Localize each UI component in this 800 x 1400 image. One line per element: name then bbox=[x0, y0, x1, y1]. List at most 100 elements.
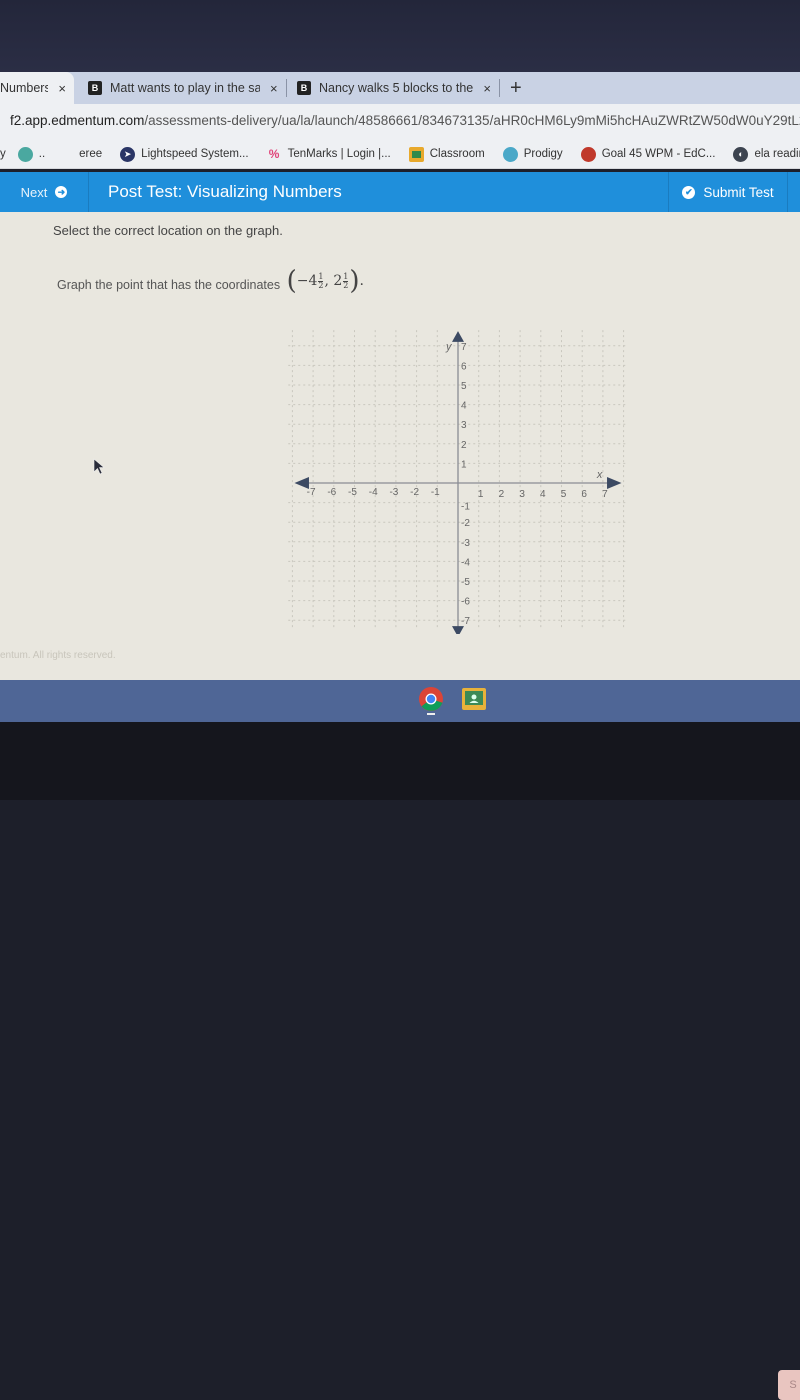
globe-icon: ◐ bbox=[733, 146, 749, 162]
arrow-right-circle-icon: ➜ bbox=[55, 186, 68, 198]
y-tick-label: -1 bbox=[461, 502, 470, 513]
y-tick-label: -5 bbox=[461, 577, 470, 588]
close-tab-icon[interactable]: × bbox=[270, 81, 278, 96]
y-denominator: 2 bbox=[343, 280, 349, 290]
tab-numbers[interactable]: Numbers × bbox=[0, 72, 74, 104]
bookmark-prodigy-avatar[interactable]: .. bbox=[17, 146, 46, 162]
y-tick-label: -3 bbox=[461, 538, 470, 549]
y-tick-label: 2 bbox=[461, 440, 467, 451]
address-bar[interactable]: f2.app.edmentum.com/assessments-delivery… bbox=[0, 104, 800, 140]
y-tick-label: 6 bbox=[461, 361, 467, 372]
x-tick-label: 1 bbox=[478, 489, 484, 500]
x-denominator: 2 bbox=[318, 280, 324, 290]
bookmark-label: Goal 45 WPM - EdC... bbox=[601, 148, 716, 160]
bookmark-prodigy[interactable]: Prodigy bbox=[502, 146, 563, 162]
google-classroom-icon[interactable] bbox=[462, 688, 486, 710]
browser-tab-strip: Numbers × B Matt wants to play in the sa… bbox=[0, 72, 800, 104]
bookmark-edclub[interactable]: Goal 45 WPM - EdC... bbox=[580, 146, 716, 162]
instruction-text: Select the correct location on the graph… bbox=[53, 223, 283, 238]
shelf-peek-button[interactable]: S bbox=[778, 1370, 800, 1400]
y-tick-label: -7 bbox=[461, 616, 470, 627]
x-tick-label: -5 bbox=[348, 487, 357, 498]
bookmarks-bar: y .. eree ➤ Lightspeed System... % TenMa… bbox=[0, 140, 800, 169]
x-axis-right-arrow-icon bbox=[607, 477, 622, 489]
x-tick-label: 4 bbox=[540, 489, 546, 500]
x-tick-label: 2 bbox=[499, 489, 505, 500]
bookmark-label: Prodigy bbox=[523, 148, 563, 160]
tab-matt-sand[interactable]: B Matt wants to play in the sand p × bbox=[74, 72, 286, 104]
coordinate-expression: ( −4 12, 2 12 ). bbox=[286, 266, 364, 296]
x-tick-label: 5 bbox=[561, 489, 567, 500]
y-tick-label: -2 bbox=[461, 518, 470, 529]
url-path: /assessments-delivery/ua/la/launch/48586… bbox=[144, 113, 800, 128]
x-fraction: 12 bbox=[318, 272, 324, 290]
bookmark-ela-reading[interactable]: ◐ ela reading ma bbox=[733, 146, 800, 162]
y-tick-label: -4 bbox=[461, 557, 470, 568]
y-tick-label: 5 bbox=[461, 381, 467, 392]
app-header: Next ➜ Post Test: Visualizing Numbers ✔ … bbox=[0, 172, 800, 212]
bookmark-label: Lightspeed System... bbox=[141, 148, 249, 160]
x-tick-label: -1 bbox=[431, 487, 440, 498]
bookmark-label: eree bbox=[79, 148, 103, 160]
x-tick-label: 6 bbox=[581, 489, 587, 500]
mouse-cursor-icon bbox=[93, 458, 105, 475]
prodigy-icon bbox=[502, 146, 518, 162]
close-tab-icon[interactable]: × bbox=[58, 81, 66, 96]
coordinate-graph[interactable]: -7 -6 -5 -4 -3 -2 -1 1 2 3 4 5 6 7 7 6 5 4 3 2 1 -1 -2 -3 -4 -5 -6… bbox=[280, 308, 630, 634]
bookmark-tenmarks[interactable]: % TenMarks | Login |... bbox=[267, 147, 391, 162]
y-tick-label: 4 bbox=[461, 401, 467, 412]
prodigy-avatar-icon bbox=[17, 146, 33, 162]
new-tab-button[interactable]: + bbox=[500, 77, 532, 100]
submit-label: Submit Test bbox=[703, 184, 774, 200]
y-tick-label: 7 bbox=[461, 342, 467, 353]
close-tab-icon[interactable]: × bbox=[483, 81, 491, 96]
url-text[interactable]: f2.app.edmentum.com/assessments-delivery… bbox=[10, 113, 800, 128]
edclub-icon bbox=[580, 146, 596, 162]
x-whole: 4 bbox=[308, 273, 318, 289]
lightspeed-icon: ➤ bbox=[120, 146, 136, 162]
tab-nancy-blocks[interactable]: B Nancy walks 5 blocks to the righ × bbox=[287, 72, 499, 104]
y-whole: 2 bbox=[333, 273, 343, 289]
bookmark-lightspeed[interactable]: ➤ Lightspeed System... bbox=[120, 146, 249, 162]
monitor-bezel-top bbox=[0, 0, 800, 72]
copyright-text: entum. All rights reserved. bbox=[0, 650, 116, 661]
x-axis-label: x bbox=[596, 469, 603, 481]
x-tick-label: -7 bbox=[307, 487, 316, 498]
x-tick-label: 3 bbox=[519, 489, 525, 500]
bookmark-classroom[interactable]: Classroom bbox=[408, 146, 485, 162]
tab-title: Nancy walks 5 blocks to the righ bbox=[319, 81, 474, 95]
next-button[interactable]: Next ➜ bbox=[0, 172, 89, 212]
y-tick-label: -6 bbox=[461, 597, 470, 608]
url-host: f2.app.edmentum.com bbox=[10, 113, 145, 128]
check-circle-icon: ✔ bbox=[682, 185, 696, 199]
bookmark-label: TenMarks | Login |... bbox=[287, 148, 391, 160]
y-tick-label: 1 bbox=[461, 459, 467, 470]
y-axis-up-arrow-icon bbox=[452, 331, 464, 342]
submit-test-button[interactable]: ✔ Submit Test bbox=[668, 172, 788, 212]
bookmark-partial[interactable]: y bbox=[0, 148, 6, 160]
prompt-text: Graph the point that has the coordinates bbox=[57, 278, 281, 292]
x-sign: − bbox=[296, 273, 309, 289]
y-axis-label: y bbox=[445, 341, 453, 353]
os-shelf: S bbox=[0, 680, 800, 1400]
next-label: Next bbox=[20, 184, 48, 200]
open-paren: ( bbox=[286, 266, 297, 296]
monitor-bezel-bottom bbox=[0, 722, 800, 800]
tenmarks-icon: % bbox=[268, 147, 280, 161]
tab-title: Matt wants to play in the sand p bbox=[110, 81, 260, 95]
x-tick-label: -6 bbox=[327, 487, 336, 498]
google-classroom-icon bbox=[408, 146, 424, 162]
bookmark-label: y bbox=[0, 148, 6, 160]
x-tick-label: 7 bbox=[602, 489, 608, 500]
x-tick-label: -3 bbox=[389, 487, 398, 498]
close-paren: ) bbox=[349, 266, 360, 296]
question-prompt: Graph the point that has the coordinates… bbox=[57, 266, 364, 296]
x-tick-label: -2 bbox=[410, 487, 419, 498]
page-title: Post Test: Visualizing Numbers bbox=[108, 182, 342, 201]
bookmark-label: .. bbox=[38, 148, 46, 160]
brainly-favicon-icon: B bbox=[297, 81, 311, 95]
bookmark-eree[interactable]: eree bbox=[79, 148, 102, 160]
y-tick-label: 3 bbox=[461, 420, 467, 431]
tab-title: Numbers bbox=[0, 81, 49, 95]
chrome-icon[interactable] bbox=[418, 686, 444, 716]
